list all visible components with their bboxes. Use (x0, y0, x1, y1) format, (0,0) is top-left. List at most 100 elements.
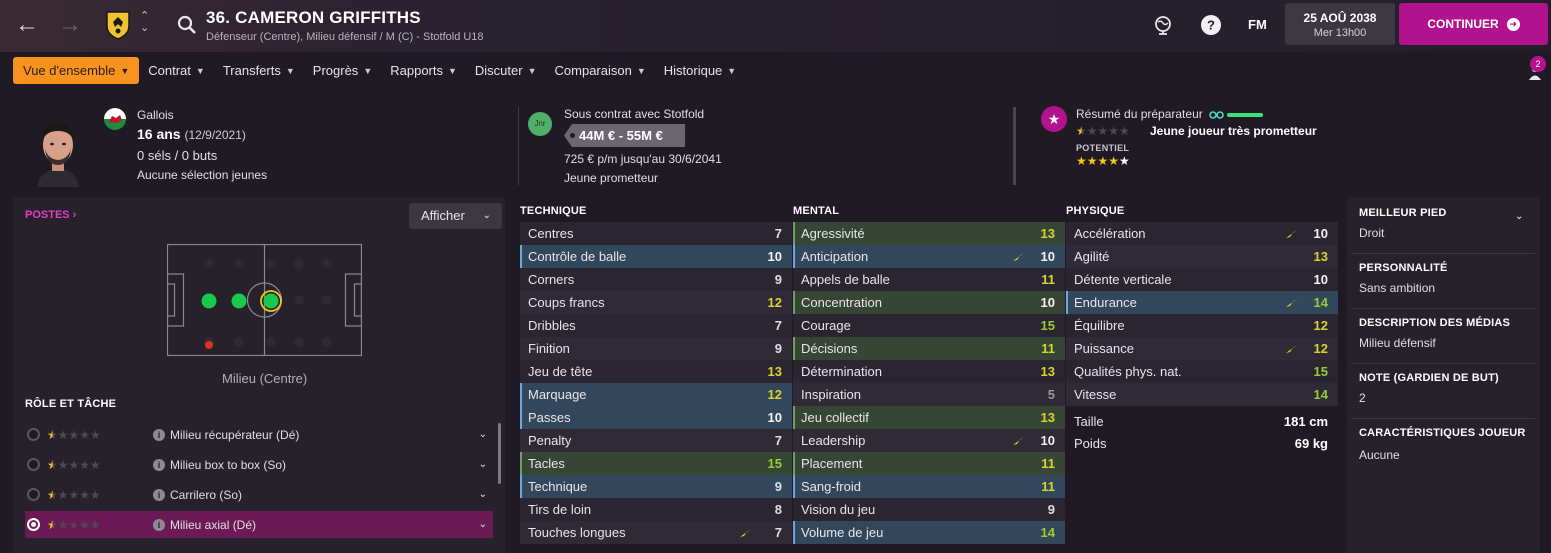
chevron-down-icon[interactable]: ⌄ (479, 429, 487, 440)
height-row: Taille 181 cm (1074, 413, 1328, 429)
trend-up-icon (1013, 436, 1024, 445)
role-radio[interactable] (27, 428, 40, 441)
info-icon[interactable]: i (153, 458, 165, 471)
role-label: Milieu box to box (So) (170, 457, 287, 472)
trend-up-icon (1286, 229, 1297, 238)
attr-row[interactable]: Vitesse 14 (1066, 383, 1338, 406)
attr-row[interactable]: Technique 9 (520, 475, 792, 498)
star-icon: ★ (1041, 106, 1067, 132)
info-icon[interactable]: i (153, 488, 165, 501)
chevron-down-icon[interactable]: ⌄ (479, 519, 487, 530)
continue-button[interactable]: CONTINUER ➜ (1399, 3, 1548, 45)
attr-row[interactable]: Coups francs 12 (520, 291, 792, 314)
attr-row[interactable]: Courage 15 (793, 314, 1065, 337)
attr-row[interactable]: Passes 10 (520, 406, 792, 429)
role-label: Carrilero (So) (170, 487, 243, 502)
scout-knowledge-icon (1209, 111, 1263, 119)
attr-row[interactable]: Corners 9 (520, 268, 792, 291)
tab-history[interactable]: Historique ▼ (655, 57, 745, 84)
role-row[interactable]: ★★★★★ i Milieu récupérateur (Dé) ⌄ (25, 421, 493, 448)
attr-row[interactable]: Marquage 12 (520, 383, 792, 406)
mental-column: MENTAL Agressivité 13 Anticipation 10 Appe… (793, 205, 1065, 544)
club-crest-icon[interactable] (104, 10, 132, 40)
attr-row[interactable]: Leadership 10 (793, 429, 1065, 452)
attr-row[interactable]: Détermination 13 (793, 360, 1065, 383)
tab-discuss[interactable]: Discuter ▼ (466, 57, 546, 84)
divider (518, 107, 519, 185)
attr-row[interactable]: Accélération 10 (1066, 222, 1338, 245)
attr-row[interactable]: Tacles 15 (520, 452, 792, 475)
scrollbar[interactable] (498, 423, 501, 484)
contract-status: Sous contrat avec Stotfold (564, 107, 705, 121)
attr-row[interactable]: Sang-froid 11 (793, 475, 1065, 498)
attr-row[interactable]: Qualités phys. nat. 15 (1066, 360, 1338, 383)
technique-title: TECHNIQUE (520, 205, 587, 217)
attr-row[interactable]: Agilité 13 (1066, 245, 1338, 268)
mental-rows: Agressivité 13 Anticipation 10 Appels de b… (793, 222, 1065, 544)
goalkeeper-rating: NOTE (GARDIEN DE BUT) 2 (1359, 372, 1499, 405)
attr-row[interactable]: Tirs de loin 8 (520, 498, 792, 521)
globe-icon[interactable] (1152, 14, 1174, 36)
attr-row[interactable]: Penalty 7 (520, 429, 792, 452)
chevron-down-icon[interactable]: ⌄ (479, 489, 487, 500)
attr-row[interactable]: Inspiration 5 (793, 383, 1065, 406)
transfer-value[interactable]: 44M € - 55M € (564, 124, 685, 147)
tab-bar: Vue d'ensemble ▼ Contrat ▼ Transferts ▼ Pro… (13, 57, 745, 84)
player-positions: Défenseur (Centre), Milieu défensif / M … (206, 31, 484, 43)
attr-row[interactable]: Jeu de tête 13 (520, 360, 792, 383)
role-radio[interactable] (27, 518, 40, 531)
fm-logo[interactable]: FM (1248, 17, 1267, 32)
notifications-button[interactable]: 2 (1521, 56, 1549, 82)
attr-row[interactable]: Détente verticale 10 (1066, 268, 1338, 291)
player-avatar (37, 123, 79, 187)
tab-overview[interactable]: Vue d'ensemble ▼ (13, 57, 140, 84)
club-switch-chevron-icon[interactable]: ⌃ ⌄ (140, 10, 149, 34)
forward-arrow-icon[interactable]: → (56, 12, 84, 40)
media-description: DESCRIPTION DES MÉDIAS Milieu défensif (1359, 317, 1511, 350)
physique-column: PHYSIQUE Accélération 10 Agilité 13 Détent… (1066, 205, 1338, 454)
attr-row[interactable]: Concentration 10 (793, 291, 1065, 314)
positions-title[interactable]: POSTES › (25, 209, 76, 221)
date-display[interactable]: 25 AOÛ 2038 Mer 13h00 (1285, 3, 1395, 45)
attr-row[interactable]: Contrôle de balle 10 (520, 245, 792, 268)
tab-transfers[interactable]: Transferts ▼ (214, 57, 304, 84)
attr-row[interactable]: Anticipation 10 (793, 245, 1065, 268)
search-icon[interactable] (176, 14, 198, 36)
attr-row[interactable]: Jeu collectif 13 (793, 406, 1065, 429)
pitch-position-label: Milieu (Centre) (222, 371, 308, 386)
help-icon[interactable]: ? (1200, 14, 1222, 36)
attr-row[interactable]: Placement 11 (793, 452, 1065, 475)
attr-row[interactable]: Puissance 12 (1066, 337, 1338, 360)
chevron-down-icon[interactable]: ⌄ (479, 459, 487, 470)
attr-row[interactable]: Décisions 11 (793, 337, 1065, 360)
attr-row[interactable]: Agressivité 13 (793, 222, 1065, 245)
role-row[interactable]: ★★★★★ i Milieu box to box (So) ⌄ (25, 451, 493, 478)
role-row[interactable]: ★★★★★ i Carrilero (So) ⌄ (25, 481, 493, 508)
chevron-down-icon: ▼ (727, 65, 737, 76)
trend-up-icon (740, 528, 751, 537)
attr-row[interactable]: Appels de balle 11 (793, 268, 1065, 291)
attr-row[interactable]: Vision du jeu 9 (793, 498, 1065, 521)
attr-row[interactable]: Finition 9 (520, 337, 792, 360)
attr-row[interactable]: Dribbles 7 (520, 314, 792, 337)
preferred-foot: MEILLEUR PIED Droit (1359, 207, 1447, 240)
info-icon[interactable]: i (153, 428, 165, 441)
back-arrow-icon[interactable]: ← (13, 12, 41, 40)
attr-row[interactable]: Centres 7 (520, 222, 792, 245)
position-pitch[interactable] (167, 244, 362, 356)
attr-row[interactable]: Volume de jeu 14 (793, 521, 1065, 544)
role-radio[interactable] (27, 458, 40, 471)
role-row-selected[interactable]: ★★★★★ i Milieu axial (Dé) ⌄ (25, 511, 493, 538)
show-dropdown[interactable]: Afficher ⌄ (409, 203, 502, 229)
info-icon[interactable]: i (153, 518, 165, 531)
tab-progress[interactable]: Progrès ▼ (304, 57, 381, 84)
attr-row[interactable]: Endurance 14 (1066, 291, 1338, 314)
role-radio[interactable] (27, 488, 40, 501)
player-traits: CARACTÉRISTIQUES JOUEUR Aucune (1359, 427, 1526, 462)
tab-reports[interactable]: Rapports ▼ (381, 57, 466, 84)
attr-row[interactable]: Touches longues 7 (520, 521, 792, 544)
tab-contract[interactable]: Contrat ▼ (139, 57, 214, 84)
attr-row[interactable]: Équilibre 12 (1066, 314, 1338, 337)
tab-comparison[interactable]: Comparaison ▼ (546, 57, 655, 84)
current-time: Mer 13h00 (1313, 27, 1367, 39)
